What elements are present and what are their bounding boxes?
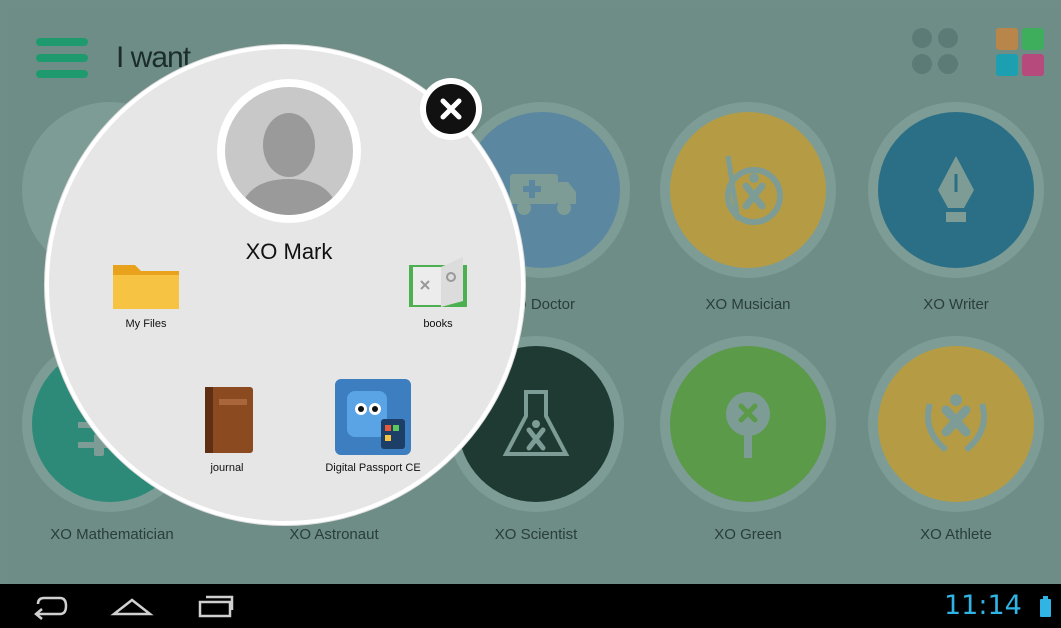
app-label: journal [210, 462, 244, 474]
clock: 11:14 [944, 590, 1022, 621]
occupation-green[interactable] [660, 336, 836, 512]
person-icon [239, 113, 339, 215]
music-icon [725, 155, 783, 225]
grid-view-icon[interactable] [996, 28, 1046, 78]
tree-icon [726, 392, 770, 458]
battery-icon [1040, 596, 1051, 617]
folder-icon [113, 265, 179, 309]
occupation-label: XO Mathematician [50, 526, 174, 543]
laurel-icon [925, 394, 987, 453]
recents-icon[interactable] [196, 592, 236, 625]
occupation-label: XO Writer [923, 296, 989, 313]
flask-icon [502, 390, 570, 456]
occupation-athlete[interactable] [868, 336, 1044, 512]
hamburger-icon[interactable] [36, 38, 88, 80]
system-nav-bar: 11:14 [0, 584, 1061, 628]
journal-icon [205, 387, 253, 453]
dots-view-icon[interactable] [912, 28, 960, 76]
occupation-musician[interactable] [660, 102, 836, 278]
occupation-label: XO Scientist [494, 526, 578, 543]
app-label: books [423, 318, 453, 330]
app-journal[interactable]: journal [182, 385, 272, 474]
avatar[interactable] [217, 79, 361, 223]
occupation-label: XO Astronaut [289, 526, 379, 543]
book-icon [409, 257, 467, 307]
close-button[interactable] [420, 78, 482, 140]
close-icon [440, 98, 462, 120]
home-icon[interactable] [110, 592, 154, 625]
occupation-label: XO Green [714, 526, 782, 543]
app-label: My Files [125, 318, 167, 330]
app-my-files[interactable]: My Files [101, 255, 191, 330]
back-icon[interactable] [30, 592, 70, 625]
passport-icon [335, 379, 411, 455]
app-digital-passport[interactable]: Digital Passport CE [313, 379, 433, 474]
app-screen: I want XO Doctor XO Musician XO Writer X… [8, 8, 1060, 584]
profile-name: XO Mark [245, 239, 333, 264]
occupation-label: XO Athlete [920, 526, 992, 543]
occupation-writer[interactable] [868, 102, 1044, 278]
app-label: Digital Passport CE [325, 462, 421, 474]
occupation-label: XO Musician [705, 296, 791, 313]
app-books[interactable]: books [393, 253, 483, 330]
pen-nib-icon [938, 156, 974, 222]
